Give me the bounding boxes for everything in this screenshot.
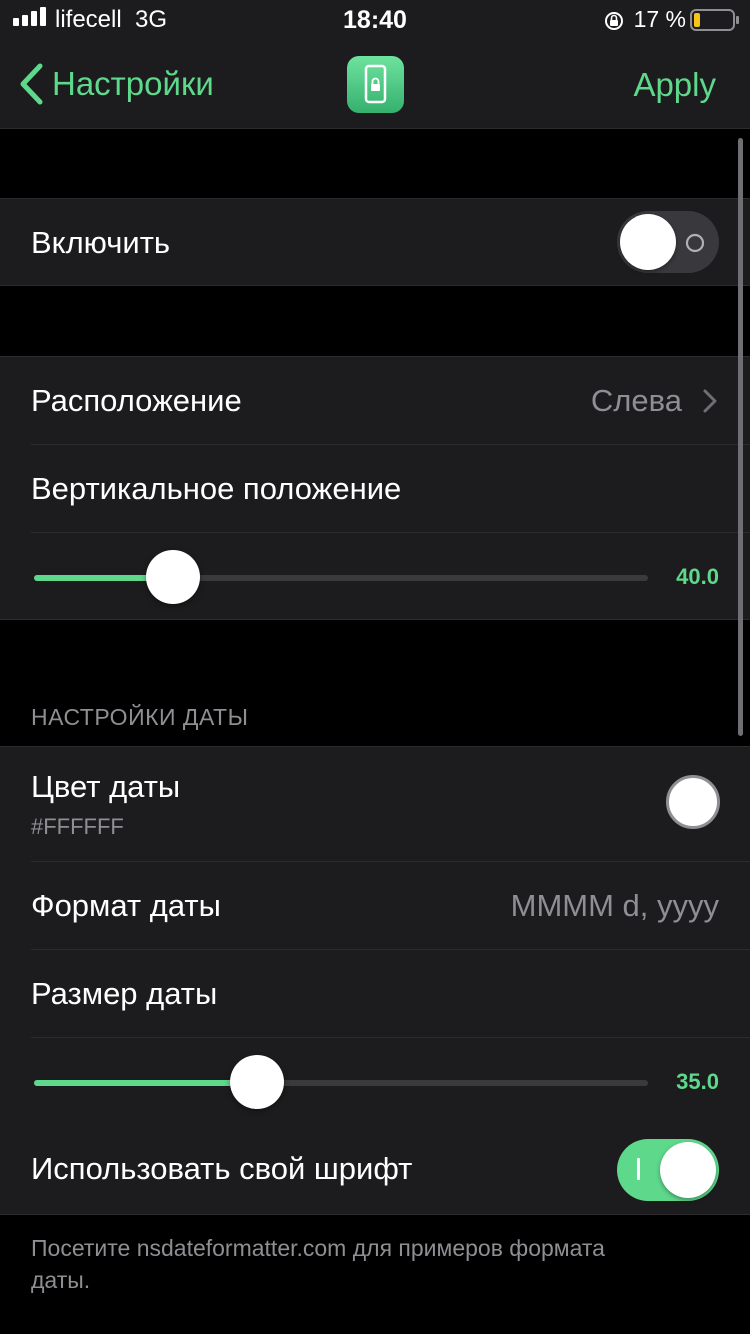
- position-value: Слева: [590, 383, 682, 418]
- date-color-row[interactable]: Цвет даты #FFFFFF: [0, 747, 750, 861]
- chevron-left-icon: [20, 63, 43, 105]
- battery-percent: 17 %: [633, 6, 686, 32]
- enable-toggle[interactable]: [617, 211, 719, 273]
- slider-thumb[interactable]: [230, 1055, 284, 1109]
- status-bar: lifecell 3G 18:40 17 %: [0, 0, 750, 40]
- navigation-bar: Настройки Apply: [0, 40, 750, 129]
- toggle-knob: [660, 1142, 716, 1198]
- phone-lock-icon: [364, 64, 387, 104]
- date-size-value: 35.0: [676, 1069, 719, 1094]
- app-icon: [347, 56, 404, 113]
- orientation-lock-icon: [605, 12, 623, 30]
- battery-icon: [690, 9, 739, 31]
- vertical-position-slider-row: 40.0: [0, 533, 750, 619]
- back-button[interactable]: Настройки: [18, 62, 214, 106]
- toggle-knob: [620, 214, 676, 270]
- vertical-position-value: 40.0: [676, 564, 719, 589]
- chevron-right-icon: [703, 389, 717, 413]
- scrollbar[interactable]: [738, 138, 743, 736]
- date-format-label: Формат даты: [31, 888, 221, 923]
- position-row[interactable]: Расположение Слева: [0, 357, 750, 444]
- custom-font-row: Использовать свой шрифт: [0, 1125, 750, 1214]
- date-size-row: Размер даты: [0, 950, 750, 1037]
- toggle-off-indicator-icon: [685, 233, 705, 253]
- position-group: Расположение Слева Вертикальное положени…: [0, 356, 750, 620]
- date-size-label: Размер даты: [31, 976, 218, 1011]
- vertical-position-slider[interactable]: [34, 550, 648, 604]
- date-format-footer-note: Посетите nsdateformatter.com для примеро…: [31, 1235, 605, 1293]
- position-label: Расположение: [31, 383, 242, 418]
- date-size-slider[interactable]: [34, 1055, 648, 1109]
- custom-font-toggle[interactable]: [617, 1139, 719, 1201]
- date-size-slider-row: 35.0: [0, 1038, 750, 1124]
- date-settings-header: НАСТРОЙКИ ДАТЫ: [31, 704, 249, 730]
- date-color-label: Цвет даты: [31, 769, 181, 804]
- vertical-position-label: Вертикальное положение: [31, 471, 402, 506]
- date-format-value: MMMM d, yyyy: [510, 888, 719, 923]
- back-label: Настройки: [52, 65, 214, 102]
- date-settings-group: Цвет даты #FFFFFF Формат даты MMMM d, yy…: [0, 746, 750, 1215]
- slider-thumb[interactable]: [146, 550, 200, 604]
- date-format-row[interactable]: Формат даты MMMM d, yyyy: [0, 862, 750, 949]
- slider-fill: [34, 1080, 257, 1086]
- enable-label: Включить: [31, 225, 171, 260]
- apply-button[interactable]: Apply: [633, 66, 716, 104]
- enable-group: Включить: [0, 198, 750, 286]
- date-color-hex: #FFFFFF: [31, 814, 124, 839]
- custom-font-label: Использовать свой шрифт: [31, 1151, 413, 1186]
- vertical-position-row: Вертикальное положение: [0, 445, 750, 532]
- toggle-on-indicator-icon: [637, 1158, 640, 1180]
- color-swatch[interactable]: [666, 775, 720, 829]
